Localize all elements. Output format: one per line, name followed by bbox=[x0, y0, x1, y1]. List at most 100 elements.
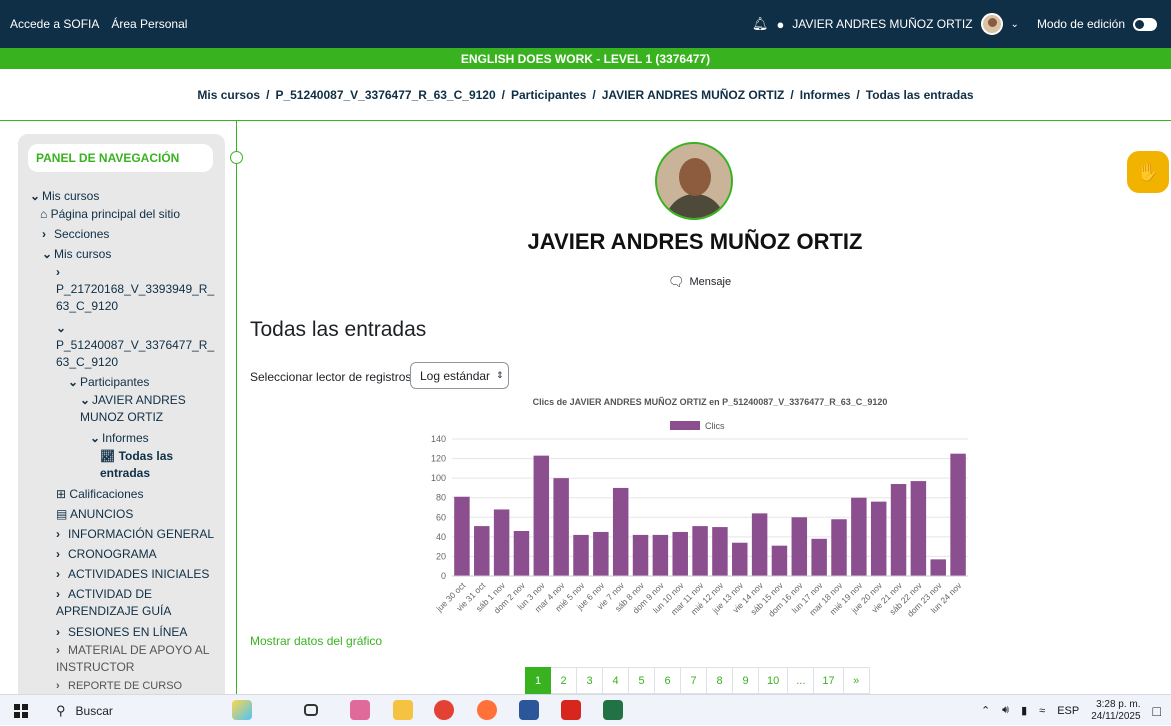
bar bbox=[493, 509, 510, 576]
bar bbox=[870, 501, 887, 576]
sofia-link[interactable]: Accede a SOFIA bbox=[10, 17, 99, 31]
taskbar-search[interactable]: ⚲ Buscar bbox=[48, 698, 223, 723]
drawer-toggle-handle[interactable] bbox=[230, 151, 243, 164]
page-link[interactable]: 10 bbox=[759, 667, 789, 694]
bar bbox=[890, 484, 907, 576]
sidebar-item-instructor-material[interactable]: › MATERIAL DE APOYO AL INSTRUCTOR bbox=[56, 642, 221, 676]
y-tick-label: 60 bbox=[436, 512, 446, 522]
sidebar-item-course-1[interactable]: › P_21720168_V_3393949_R_63_C_9120 bbox=[56, 264, 216, 315]
bar bbox=[533, 455, 550, 576]
bar bbox=[910, 481, 927, 576]
y-tick-label: 20 bbox=[436, 551, 446, 561]
task-view-icon[interactable] bbox=[304, 704, 318, 716]
legend-swatch bbox=[670, 421, 700, 430]
word-icon[interactable] bbox=[519, 700, 539, 720]
chevron-down-icon: ⌄ bbox=[80, 393, 91, 407]
chevron-right-icon: › bbox=[56, 643, 60, 657]
sidebar-item-schedule[interactable]: › CRONOGRAMA bbox=[56, 546, 157, 563]
breadcrumb-item[interactable]: Participantes bbox=[511, 88, 586, 102]
breadcrumb-item[interactable]: Mis cursos bbox=[197, 88, 260, 102]
page-link[interactable]: 4 bbox=[603, 667, 629, 694]
acrobat-icon[interactable] bbox=[561, 700, 581, 720]
log-reader-label: Seleccionar lector de registros bbox=[250, 370, 412, 384]
page-link[interactable]: 6 bbox=[655, 667, 681, 694]
battery-icon[interactable]: ▮ bbox=[1021, 704, 1027, 717]
chevron-down-icon: ⌄ bbox=[56, 321, 67, 335]
panel-title: PANEL DE NAVEGACIÓN bbox=[28, 144, 213, 172]
sidebar-item-my-courses-2[interactable]: ⌄ Mis cursos bbox=[42, 246, 111, 263]
chevron-right-icon: › bbox=[56, 567, 60, 581]
bar bbox=[612, 487, 629, 576]
volume-icon[interactable]: 🔊︎ bbox=[1002, 704, 1009, 717]
breadcrumb-item[interactable]: JAVIER ANDRES MUÑOZ ORTIZ bbox=[602, 88, 785, 102]
sidebar-item-course-report[interactable]: › REPORTE DE CURSO bbox=[56, 678, 182, 694]
page-link[interactable]: 3 bbox=[577, 667, 603, 694]
sidebar-item-guide-activity[interactable]: › ACTIVIDAD DE APRENDIZAJE GUÍA bbox=[56, 586, 216, 620]
page-link[interactable]: 5 bbox=[629, 667, 655, 694]
app-icon[interactable] bbox=[350, 700, 370, 720]
page-link[interactable]: 7 bbox=[681, 667, 707, 694]
sidebar-item-user[interactable]: ⌄ JAVIER ANDRES MUNOZ ORTIZ bbox=[80, 392, 210, 426]
chart-icon: 📈︎ bbox=[100, 449, 116, 463]
page-link[interactable]: 8 bbox=[707, 667, 733, 694]
y-tick-label: 140 bbox=[431, 434, 446, 444]
sidebar-item-home[interactable]: ⌂ Página principal del sitio bbox=[40, 206, 180, 223]
file-explorer-icon[interactable] bbox=[393, 700, 413, 720]
edit-mode-toggle[interactable] bbox=[1133, 17, 1157, 31]
table-icon: ⊞ bbox=[56, 487, 67, 501]
bar bbox=[593, 531, 609, 576]
sidebar-item-all-entries[interactable]: 📈︎ Todas las entradas bbox=[100, 448, 190, 482]
notifications-icon[interactable]: □ bbox=[1153, 703, 1161, 719]
bar bbox=[692, 526, 708, 576]
chat-icon[interactable]: ● bbox=[776, 17, 784, 32]
page-link[interactable]: 2 bbox=[551, 667, 577, 694]
page-link[interactable]: ... bbox=[788, 667, 815, 694]
sidebar-item-reports[interactable]: ⌄ Informes bbox=[90, 430, 149, 447]
home-icon: ⌂ bbox=[40, 207, 48, 221]
breadcrumb-item[interactable]: P_51240087_V_3376477_R_63_C_9120 bbox=[275, 88, 495, 102]
chevron-down-icon: ⌄ bbox=[68, 375, 79, 389]
windows-start-icon[interactable] bbox=[14, 704, 28, 718]
avatar[interactable] bbox=[980, 13, 1003, 35]
sidebar-item-my-courses[interactable]: ⌄ Mis cursos bbox=[30, 188, 99, 205]
sidebar-item-participants[interactable]: ⌄ Participantes bbox=[68, 374, 149, 391]
firefox-icon[interactable] bbox=[477, 700, 497, 720]
show-chart-data-link[interactable]: Mostrar datos del gráfico bbox=[250, 634, 382, 648]
user-name[interactable]: JAVIER ANDRES MUÑOZ ORTIZ bbox=[792, 17, 972, 31]
page-link[interactable]: 1 bbox=[525, 667, 551, 694]
bar bbox=[573, 534, 589, 576]
clock[interactable]: 3:28 p. m. 24/11/2025 bbox=[1091, 699, 1140, 723]
breadcrumb: Mis cursos / P_51240087_V_3376477_R_63_C_… bbox=[0, 69, 1171, 121]
bar bbox=[791, 517, 808, 576]
message-button[interactable]: 🗨︎ Mensaje bbox=[668, 274, 731, 290]
personal-area-link[interactable]: Área Personal bbox=[111, 17, 187, 31]
copilot-icon[interactable] bbox=[232, 700, 252, 720]
wifi-icon[interactable]: ≈ bbox=[1039, 705, 1045, 717]
sidebar-item-course-2[interactable]: ⌄ P_51240087_V_3376477_R_63_C_9120 bbox=[56, 320, 216, 371]
breadcrumb-item[interactable]: Todas las entradas bbox=[866, 88, 974, 102]
excel-icon[interactable] bbox=[603, 700, 623, 720]
sidebar-item-grades[interactable]: ⊞ Calificaciones bbox=[56, 486, 143, 503]
bell-icon[interactable]: 🔔︎ bbox=[752, 16, 769, 32]
page-link[interactable]: 17 bbox=[814, 667, 844, 694]
sidebar-item-sections[interactable]: › Secciones bbox=[42, 226, 109, 243]
bar bbox=[513, 530, 530, 576]
navigation-panel: PANEL DE NAVEGACIÓN ⌄ Mis cursos ⌂ Página… bbox=[18, 134, 225, 694]
sidebar-item-announcements[interactable]: ▤ ANUNCIOS bbox=[56, 506, 133, 523]
handshake-icon[interactable]: ✋ bbox=[1127, 151, 1169, 193]
chart-title: Clics de JAVIER ANDRES MUÑOZ ORTIZ en P_… bbox=[533, 397, 888, 407]
sidebar-item-online-sessions[interactable]: › SESIONES EN LÍNEA bbox=[56, 624, 187, 641]
chevron-right-icon: › bbox=[56, 527, 60, 541]
page-link[interactable]: 9 bbox=[733, 667, 759, 694]
page-link[interactable]: » bbox=[843, 667, 870, 694]
chevron-up-icon[interactable]: ⌃ bbox=[981, 704, 990, 717]
sidebar-item-initial-activities[interactable]: › ACTIVIDADES INICIALES bbox=[56, 566, 209, 583]
language-indicator[interactable]: ESP bbox=[1057, 705, 1079, 717]
breadcrumb-item[interactable]: Informes bbox=[800, 88, 851, 102]
sidebar-item-general-info[interactable]: › INFORMACIÓN GENERAL bbox=[56, 526, 214, 543]
chevron-down-icon[interactable]: ⌄ bbox=[1011, 19, 1019, 30]
top-navbar: Accede a SOFIA Área Personal 🔔︎ ● JAVIER… bbox=[0, 0, 1171, 48]
chrome-icon[interactable] bbox=[434, 700, 454, 720]
log-reader-select[interactable]: Log estándar ⇕ bbox=[410, 362, 509, 389]
bar bbox=[771, 545, 788, 576]
